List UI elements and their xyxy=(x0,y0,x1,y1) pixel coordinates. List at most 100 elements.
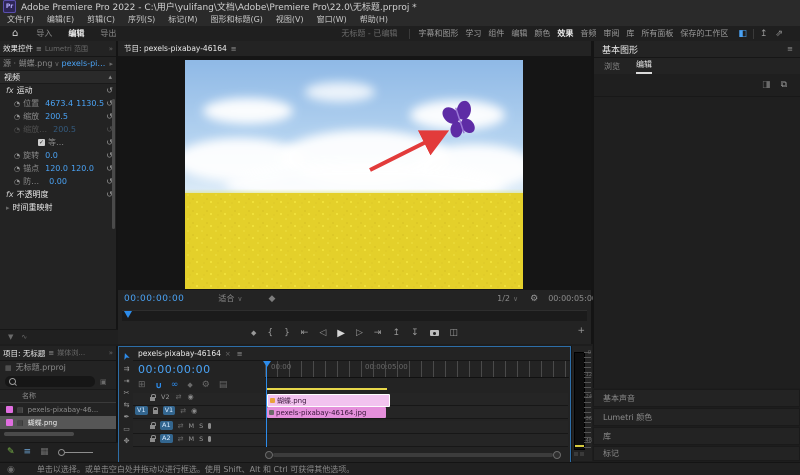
lift-icon[interactable]: ↥ xyxy=(392,328,400,338)
timeline-zoom-scrollbar[interactable] xyxy=(265,452,561,458)
sync-toggle-icon[interactable]: ⇄ xyxy=(176,393,182,401)
nav-edit[interactable]: 编辑 xyxy=(68,28,84,39)
list-view-icon[interactable]: ≡ xyxy=(24,447,32,457)
go-to-out-icon[interactable]: ⇥ xyxy=(374,328,382,338)
menu-file[interactable]: 文件(F) xyxy=(7,14,34,25)
ec-effect-motion[interactable]: fx 运动 ↺ xyxy=(0,84,116,97)
tab-browse[interactable]: 浏览 xyxy=(604,61,620,72)
position-y-value[interactable]: 1130.5 xyxy=(76,99,104,108)
track-v1-name[interactable]: V1 xyxy=(163,406,176,415)
timeline-timecode[interactable]: 00:00:00:00 xyxy=(138,363,211,376)
tab-sequence[interactable]: pexels-pixabay-46164 xyxy=(138,349,221,358)
sync-toggle-icon[interactable]: ⇄ xyxy=(180,407,186,415)
menu-help[interactable]: 帮助(H) xyxy=(360,14,388,25)
chevron-right-icon[interactable]: ▸ xyxy=(6,204,10,212)
stopwatch-icon[interactable]: ◔ xyxy=(14,165,20,173)
timeline-playhead-head[interactable] xyxy=(263,361,271,367)
go-to-in-icon[interactable]: ⇤ xyxy=(301,328,309,338)
fullscreen-icon[interactable]: ⇗ xyxy=(775,29,783,39)
menu-edit[interactable]: 编辑(E) xyxy=(47,14,74,25)
close-icon[interactable]: × xyxy=(225,350,231,358)
rectangle-tool-icon[interactable]: ▭ xyxy=(123,425,130,433)
snap-icon[interactable]: ∩ xyxy=(155,380,162,390)
label-color-swatch[interactable] xyxy=(6,419,13,426)
playback-resolution-select[interactable]: 1/2 xyxy=(497,294,510,303)
program-scrub-bar[interactable] xyxy=(122,310,587,321)
column-name-header[interactable]: 名称 xyxy=(22,391,36,401)
ec-scrollbar[interactable] xyxy=(112,99,115,229)
workspace-libraries[interactable]: 库 xyxy=(626,28,634,39)
pen-tool-icon[interactable]: ✒ xyxy=(124,413,130,421)
workspace-audio[interactable]: 音频 xyxy=(580,28,596,39)
voiceover-mic-icon[interactable] xyxy=(208,423,211,429)
workspace-captions-graphics[interactable]: 字幕和图形 xyxy=(418,28,458,39)
label-color-swatch[interactable] xyxy=(6,406,13,413)
mute-button[interactable]: M xyxy=(188,422,194,430)
extract-icon[interactable]: ↧ xyxy=(411,328,419,338)
track-a1-name[interactable]: A1 xyxy=(160,421,173,430)
display-settings-icon[interactable]: ▤ xyxy=(219,380,228,390)
chevron-right-icon[interactable]: ▸ xyxy=(109,60,113,68)
scale-value[interactable]: 200.5 xyxy=(45,112,68,121)
panel-menu-icon[interactable]: ≡ xyxy=(237,350,243,358)
new-layer-icon[interactable]: ⧉ xyxy=(781,80,787,90)
lock-icon[interactable] xyxy=(150,397,155,401)
tab-essential-sound[interactable]: 基本声音 xyxy=(603,393,635,404)
workspace-learning[interactable]: 学习 xyxy=(465,28,481,39)
filter-icon[interactable]: ▼ xyxy=(8,333,13,341)
collapse-icon[interactable]: ▴ xyxy=(108,73,112,81)
menu-clip[interactable]: 剪辑(C) xyxy=(87,14,115,25)
home-icon[interactable]: ⌂ xyxy=(12,28,18,39)
mark-in-icon[interactable]: { xyxy=(267,328,273,338)
ripple-edit-tool-icon[interactable]: ⇥ xyxy=(124,377,130,385)
grid-icon[interactable]: ◨ xyxy=(762,80,771,90)
icon-view-icon[interactable]: ▦ xyxy=(40,447,49,457)
project-item-row-selected[interactable]: ▤ 蝴蝶.png xyxy=(0,416,116,429)
marker-icon[interactable]: ◆ xyxy=(269,294,276,304)
nest-insert-icon[interactable]: ⊞ xyxy=(138,380,146,390)
timeline-ruler[interactable]: 00:00 00:00:05:00 xyxy=(265,361,569,378)
anchor-y-value[interactable]: 120.0 xyxy=(71,164,94,173)
rotation-value[interactable]: 0.0 xyxy=(45,151,58,160)
ec-source-sequence[interactable]: pexels-pixa... xyxy=(62,59,106,68)
menu-window[interactable]: 窗口(W) xyxy=(317,14,347,25)
timeline-settings-icon[interactable]: ⚙ xyxy=(202,380,210,390)
mark-out-icon[interactable]: } xyxy=(284,328,290,338)
stopwatch-icon[interactable]: ◔ xyxy=(14,178,20,186)
tab-markers[interactable]: 标记 xyxy=(603,448,619,459)
track-output-eye-icon[interactable]: ◉ xyxy=(187,393,193,401)
workspace-effects-active[interactable]: 效果 xyxy=(557,28,573,39)
razor-tool-icon[interactable]: ✂ xyxy=(124,389,130,397)
workspace-color[interactable]: 颜色 xyxy=(534,28,550,39)
project-item-row[interactable]: ▤ pexels-pixabay-46... xyxy=(0,403,116,416)
track-output-eye-icon[interactable]: ◉ xyxy=(191,407,197,415)
tab-lumetri-scopes[interactable]: Lumetri 范围 xyxy=(45,44,88,54)
lock-icon[interactable] xyxy=(150,425,155,429)
menu-view[interactable]: 视图(V) xyxy=(276,14,304,25)
add-marker-icon[interactable]: ◆ xyxy=(187,381,192,389)
ec-effect-opacity[interactable]: fx 不透明度 ↺ xyxy=(0,188,116,201)
lock-icon[interactable] xyxy=(150,438,155,442)
solo-right-button[interactable] xyxy=(580,452,584,456)
workspace-review[interactable]: 审阅 xyxy=(603,28,619,39)
ec-video-section[interactable]: 视频 xyxy=(4,72,20,83)
chevron-down-icon[interactable]: ∨ xyxy=(237,295,242,303)
tab-lumetri-color[interactable]: Lumetri 颜色 xyxy=(603,412,652,423)
workspace-saved[interactable]: 保存的工作区 xyxy=(680,28,728,39)
sync-toggle-icon[interactable]: ⇄ xyxy=(178,422,184,430)
antiflicker-value[interactable]: 0.00 xyxy=(49,177,67,186)
quick-export-icon[interactable]: ↥ xyxy=(760,29,768,39)
tab-media-browser[interactable]: 媒体浏览器 xyxy=(57,348,91,358)
solo-button[interactable]: S xyxy=(199,422,203,430)
reset-icon[interactable]: ↺ xyxy=(106,86,113,95)
panel-menu-icon[interactable]: ≡ xyxy=(36,45,42,53)
workspace-editing[interactable]: 编辑 xyxy=(511,28,527,39)
project-scrollbar[interactable] xyxy=(4,432,74,436)
voiceover-mic-icon[interactable] xyxy=(208,436,211,442)
tab-edit[interactable]: 编辑 xyxy=(636,59,652,74)
stopwatch-icon[interactable]: ◔ xyxy=(14,152,20,160)
anchor-x-value[interactable]: 120.0 xyxy=(45,164,68,173)
mute-button[interactable]: M xyxy=(188,435,194,443)
panel-menu-icon[interactable]: ≡ xyxy=(231,45,237,53)
keyframe-wave-icon[interactable]: ∿ xyxy=(21,333,27,341)
